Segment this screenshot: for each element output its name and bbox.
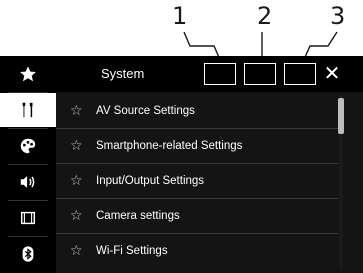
favorite-star-icon[interactable]: ☆ xyxy=(70,138,86,154)
list-item-camera[interactable]: ☆ Camera settings xyxy=(56,199,338,233)
list-item-smartphone[interactable]: ☆ Smartphone-related Settings xyxy=(56,129,338,163)
sidebar-item-favorites[interactable] xyxy=(0,57,56,91)
bluetooth-icon xyxy=(22,246,34,262)
list-item-label: AV Source Settings xyxy=(96,105,195,117)
settings-panel: System ✕ ☆ AV Source Settings ☆ Smartpho… xyxy=(56,56,363,273)
favorite-star-icon[interactable]: ☆ xyxy=(70,103,86,119)
list-item-av-source[interactable]: ☆ AV Source Settings xyxy=(56,94,338,128)
favorite-star-icon[interactable]: ☆ xyxy=(70,243,86,259)
sidebar xyxy=(0,56,56,273)
list-item-label: Smartphone-related Settings xyxy=(96,140,243,152)
sound-speaker-icon xyxy=(20,176,35,188)
tools-icon xyxy=(22,102,33,118)
close-button[interactable]: ✕ xyxy=(322,58,342,90)
list-item-wifi[interactable]: ☆ Wi-Fi Settings xyxy=(56,234,338,268)
list-item-label: Input/Output Settings xyxy=(96,175,205,187)
favorite-star-icon[interactable]: ☆ xyxy=(70,208,86,224)
callout-annotations: 1 2 3 xyxy=(0,0,363,65)
favorites-star-icon xyxy=(20,66,36,82)
header-key-slot-2[interactable] xyxy=(244,63,276,85)
scrollbar-thumb[interactable] xyxy=(338,98,344,134)
sidebar-item-sound[interactable] xyxy=(0,165,56,199)
list-item-input-output[interactable]: ☆ Input/Output Settings xyxy=(56,164,338,198)
header-key-slot-1[interactable] xyxy=(204,63,236,85)
system-settings-screen: System ✕ ☆ AV Source Settings ☆ Smartpho… xyxy=(0,56,363,273)
sidebar-item-bluetooth[interactable] xyxy=(0,237,56,271)
list-item-label: Wi-Fi Settings xyxy=(96,245,168,257)
close-icon: ✕ xyxy=(323,63,341,85)
favorite-star-icon[interactable]: ☆ xyxy=(70,173,86,189)
sidebar-item-system[interactable] xyxy=(0,93,56,127)
sidebar-item-theme[interactable] xyxy=(0,129,56,163)
header-key-slot-3[interactable] xyxy=(284,63,316,85)
video-film-icon xyxy=(20,211,36,225)
page-title: System xyxy=(101,66,145,81)
header-bar: System ✕ xyxy=(56,56,363,92)
sidebar-item-video[interactable] xyxy=(0,201,56,235)
theme-palette-icon xyxy=(20,138,36,154)
list-item-label: Camera settings xyxy=(96,210,180,222)
